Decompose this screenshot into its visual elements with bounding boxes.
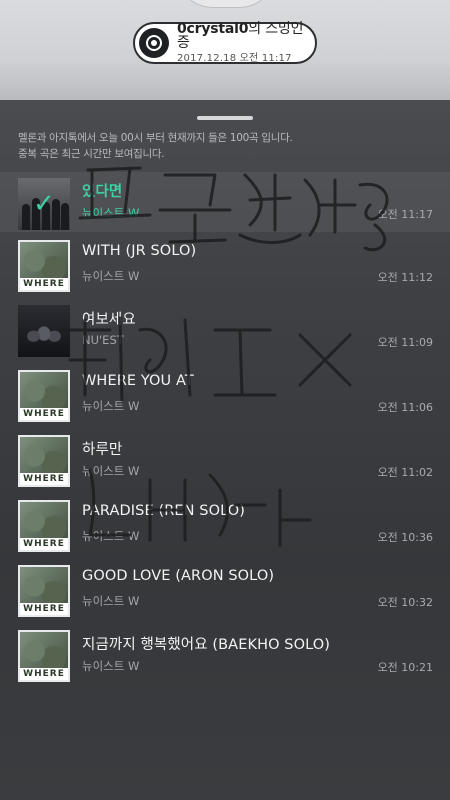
- sheet-drag-handle[interactable]: [197, 116, 253, 120]
- song-row[interactable]: 여보세요 NU'EST 오전 11:09: [0, 297, 450, 362]
- song-artist: 뉴이스트 W: [82, 269, 140, 283]
- certificate-datetime: 2017.12.18 오전 11:17: [177, 53, 292, 64]
- album-label: WHERE: [23, 279, 65, 289]
- song-row[interactable]: WHERE WHERE YOU AT 뉴이스트 W 오전 11:06: [0, 362, 450, 427]
- song-row[interactable]: WHERE GOOD LOVE (ARON SOLO) 뉴이스트 W 오전 10…: [0, 557, 450, 622]
- album-thumbnail: WHERE: [18, 370, 70, 422]
- played-time: 오전 11:12: [377, 271, 433, 284]
- certificate-title: 0crystal0의 스밍인증: [177, 22, 315, 50]
- song-artist: 뉴이스트 W: [82, 594, 140, 608]
- song-artist: NU'EST: [82, 333, 124, 347]
- album-thumbnail: [18, 305, 70, 357]
- played-time: 오전 11:17: [377, 208, 433, 221]
- song-artist: 뉴이스트 W: [82, 659, 140, 673]
- album-thumbnail: WHERE: [18, 630, 70, 682]
- song-history-list: ✓ 있다면 뉴이스트 W 오전 11:17 WHERE WITH (JR SOL…: [0, 172, 450, 687]
- album-label: WHERE: [23, 409, 65, 419]
- disc-icon: [139, 28, 169, 58]
- played-time: 오전 11:02: [377, 466, 433, 479]
- history-notice: 멜론과 아지톡에서 오늘 00시 부터 현재까지 들은 100곡 입니다. 중복…: [18, 130, 438, 162]
- played-time: 오전 10:32: [377, 596, 433, 609]
- played-time: 오전 11:06: [377, 401, 433, 414]
- song-title: 하루만: [82, 442, 123, 458]
- played-time: 오전 10:21: [377, 661, 433, 674]
- song-title: GOOD LOVE (ARON SOLO): [82, 568, 275, 584]
- song-title: WHERE YOU AT: [82, 373, 194, 389]
- checkmark-icon: ✓: [18, 178, 70, 230]
- song-artist: 뉴이스트 W: [82, 206, 140, 220]
- album-thumbnail: WHERE: [18, 565, 70, 617]
- notice-line-2: 중복 곡은 최근 시간만 보여집니다.: [18, 148, 165, 160]
- song-row[interactable]: WHERE WITH (JR SOLO) 뉴이스트 W 오전 11:12: [0, 232, 450, 297]
- song-row[interactable]: WHERE 지금까지 행복했어요 (BAEKHO SOLO) 뉴이스트 W 오전…: [0, 622, 450, 687]
- song-title: 지금까지 행복했어요 (BAEKHO SOLO): [82, 637, 331, 653]
- song-artist: 뉴이스트 W: [82, 464, 140, 478]
- album-thumbnail: WHERE: [18, 500, 70, 552]
- album-label: WHERE: [23, 539, 65, 549]
- played-time: 오전 10:36: [377, 531, 433, 544]
- song-row[interactable]: WHERE 하루만 뉴이스트 W 오전 11:02: [0, 427, 450, 492]
- album-label: WHERE: [23, 474, 65, 484]
- album-label: WHERE: [23, 669, 65, 679]
- certificate-text: 0crystal0의 스밍인증 2017.12.18 오전 11:17: [177, 22, 315, 64]
- album-thumbnail: WHERE: [18, 240, 70, 292]
- song-row-now-playing[interactable]: ✓ 있다면 뉴이스트 W 오전 11:17: [0, 172, 450, 232]
- album-thumbnail: ✓: [18, 178, 70, 230]
- song-row[interactable]: WHERE PARADISE (REN SOLO) 뉴이스트 W 오전 10:3…: [0, 492, 450, 557]
- song-title: 있다면: [82, 184, 123, 200]
- song-title: PARADISE (REN SOLO): [82, 503, 246, 519]
- notice-line-1: 멜론과 아지톡에서 오늘 00시 부터 현재까지 들은 100곡 입니다.: [18, 132, 293, 144]
- song-artist: 뉴이스트 W: [82, 399, 140, 413]
- played-time: 오전 11:09: [377, 336, 433, 349]
- album-thumbnail: WHERE: [18, 435, 70, 487]
- song-title: WITH (JR SOLO): [82, 243, 197, 259]
- song-artist: 뉴이스트 W: [82, 529, 140, 543]
- profile-avatar: [175, 0, 277, 8]
- album-label: WHERE: [23, 604, 65, 614]
- streaming-certificate-badge[interactable]: 0crystal0의 스밍인증 2017.12.18 오전 11:17: [133, 22, 317, 64]
- song-title: 여보세요: [82, 312, 136, 328]
